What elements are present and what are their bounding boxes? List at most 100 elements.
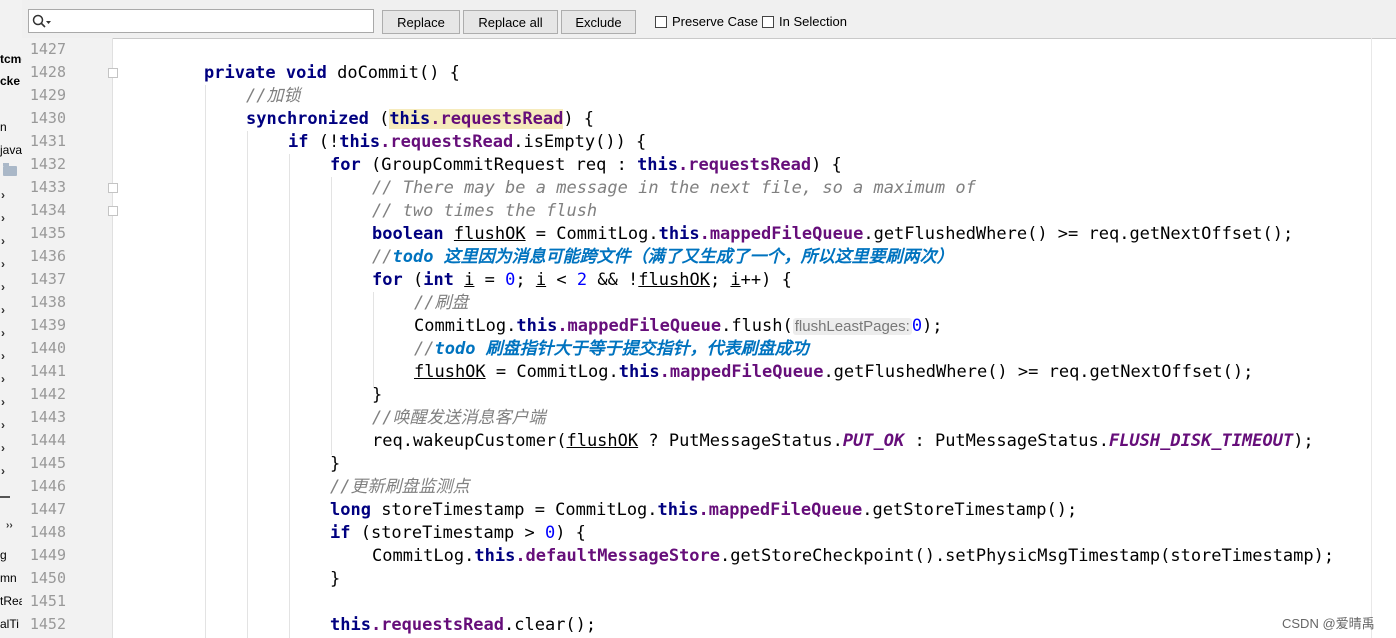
keyword: for [330,155,361,175]
code-text: = CommitLog. [525,224,659,244]
keyword: if [288,132,309,152]
code-line[interactable]: //加锁 [246,85,300,108]
tree-label-fragment[interactable]: n [0,120,7,134]
code-line[interactable]: CommitLog.this.defaultMessageStore.getSt… [372,545,1334,568]
chevron-right-icon[interactable]: › [1,257,5,271]
code-line[interactable]: //刷盘 [414,292,468,315]
tree-label-fragment[interactable]: tcmd [0,52,22,66]
chevron-right-icon[interactable]: › [1,303,5,317]
search-field[interactable] [28,9,374,33]
chevron-right-icon[interactable]: › [1,418,5,432]
code-line[interactable]: for (int i = 0; i < 2 && !flushOK; i++) … [372,269,792,292]
tree-label-fragment[interactable]: tRea [0,594,22,608]
comment: //加锁 [246,86,301,106]
code-text: } [330,454,341,474]
in-selection-checkbox[interactable]: In Selection [762,14,847,29]
code-line[interactable]: if (storeTimestamp > 0) { [330,522,586,545]
code-line[interactable]: private void doCommit() { [204,62,460,85]
code-line[interactable]: // There may be a message in the next fi… [372,177,976,200]
code-line[interactable]: //更新刷盘监测点 [330,476,469,499]
keyword: boolean [372,224,444,244]
code-line[interactable]: } [330,453,340,476]
replace-button[interactable]: Replace [382,10,460,34]
editor-gutter: 1427 1428 1429 1430 1431 1432 1433 1434 … [22,38,118,638]
number: 0 [544,523,556,543]
chevron-right-icon[interactable]: › [1,372,5,386]
chevron-right-icon[interactable]: › [1,395,5,409]
number: 0 [911,316,923,336]
code-line[interactable]: } [372,384,382,407]
field: .mappedFileQueue [557,316,722,336]
keyword: void [285,63,327,83]
line-number: 1452 [29,615,66,633]
code-line[interactable]: for (GroupCommitRequest req : this.reque… [330,154,842,177]
code-line[interactable]: CommitLog.this.mappedFileQueue.flush(flu… [414,315,943,338]
code-line[interactable]: long storeTimestamp = CommitLog.this.map… [330,499,1077,522]
fold-marker-icon[interactable] [108,206,118,216]
code-line[interactable]: // two times the flush [372,200,597,223]
fold-marker-icon[interactable] [108,68,118,78]
comment: // [414,339,435,359]
checkbox-box[interactable] [762,15,774,28]
chevron-right-icon[interactable]: › [1,211,5,225]
code-text: ); [1293,431,1314,451]
code-line[interactable]: synchronized (this.requestsRead) { [246,108,594,131]
chevron-right-icon[interactable]: › [1,188,5,202]
double-chevron-icon[interactable]: ›› [6,519,13,533]
keyword: this [657,500,699,520]
fold-marker-icon[interactable] [108,183,118,193]
code-text: ); [922,316,943,336]
tree-label-fragment[interactable]: mn [0,571,17,585]
chevron-right-icon[interactable]: › [1,234,5,248]
variable: flushOK [453,224,526,244]
line-number: 1446 [29,477,66,495]
code-line[interactable]: //todo 刷盘指针大于等于提交指针，代表刷盘成功 [414,338,809,361]
exclude-button[interactable]: Exclude [561,10,636,34]
checkbox-box[interactable] [655,15,667,28]
chevron-right-icon[interactable]: › [1,326,5,340]
code-line[interactable]: req.wakeupCustomer(flushOK ? PutMessageS… [372,430,1314,453]
code-text: CommitLog. [414,316,517,336]
line-number: 1443 [29,408,66,426]
line-number: 1433 [29,178,66,196]
divider [0,496,10,498]
tree-label-fragment[interactable]: cke [0,74,20,88]
chevron-right-icon[interactable]: › [1,464,5,478]
line-number: 1449 [29,546,66,564]
code-line[interactable]: flushOK = CommitLog.this.mappedFileQueue… [414,361,1253,384]
variable: flushOK [638,270,710,290]
preserve-case-checkbox[interactable]: Preserve Case [655,14,758,29]
replace-all-button[interactable]: Replace all [463,10,558,34]
search-icon[interactable] [32,14,52,30]
field: .mappedFileQueue [698,500,863,520]
chevron-right-icon[interactable]: › [1,349,5,363]
code-text: .flush( [721,316,793,336]
code-text: ? PutMessageStatus. [638,431,843,451]
chevron-right-icon[interactable]: › [1,280,5,294]
code-line[interactable]: } [330,568,340,591]
field: .requestsRead [678,155,812,175]
search-input[interactable] [55,12,369,32]
code-line[interactable]: //唤醒发送消息客户端 [372,407,545,430]
code-line[interactable]: this.requestsRead.clear(); [330,614,596,637]
right-margin-guide [1371,38,1372,638]
tree-label-fragment[interactable]: g [0,548,7,562]
line-number: 1442 [29,385,66,403]
project-tree-panel: tcmd cke n java › › › › › › › › › › › › … [0,0,23,638]
constant: FLUSH_DISK_TIMEOUT [1108,431,1294,451]
tree-label-fragment[interactable]: alTi [0,617,19,631]
code-line[interactable]: if (!this.requestsRead.isEmpty()) { [288,131,646,154]
line-number: 1434 [29,201,66,219]
tree-label-fragment[interactable]: java [0,143,22,157]
code-line[interactable]: //todo 这里因为消息可能跨文件（满了又生成了一个，所以这里要刷两次） [372,246,954,269]
keyword: this [389,109,431,129]
line-number: 1431 [29,132,66,150]
number: 0 [505,270,516,290]
search-highlight: this.requestsRead [389,109,564,129]
folder-icon [3,163,17,176]
chevron-right-icon[interactable]: › [1,441,5,455]
line-number: 1441 [29,362,66,380]
code-line[interactable]: boolean flushOK = CommitLog.this.mappedF… [372,223,1293,246]
keyword: this [658,224,700,244]
